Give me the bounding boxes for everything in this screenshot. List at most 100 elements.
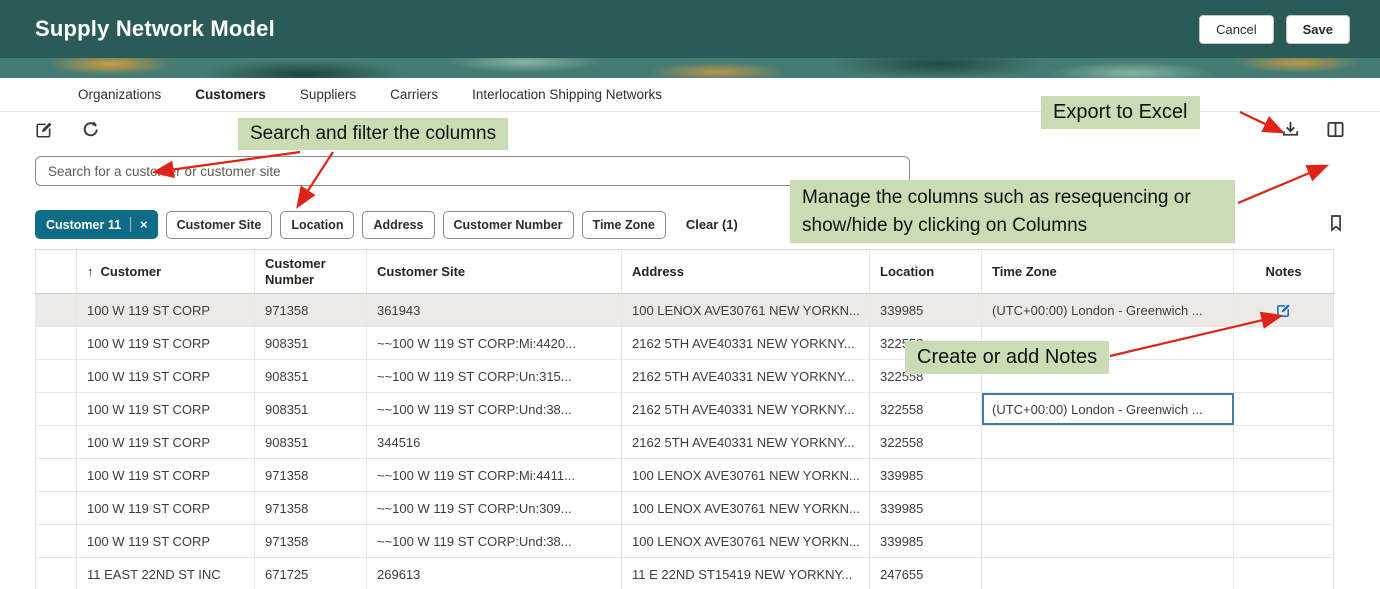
cell-notes[interactable] — [1234, 360, 1334, 392]
table-row[interactable]: 100 W 119 ST CORP908351~~100 W 119 ST CO… — [35, 393, 1334, 426]
cell-time-zone[interactable] — [982, 525, 1234, 557]
cell-customer-site[interactable]: 361943 — [367, 294, 622, 326]
cell-customer-site[interactable]: ~~100 W 119 ST CORP:Mi:4411... — [367, 459, 622, 491]
cell-address[interactable]: 2162 5TH AVE40331 NEW YORKNY... — [622, 393, 870, 425]
table-row[interactable]: 100 W 119 ST CORP908351~~100 W 119 ST CO… — [35, 327, 1334, 360]
tab-carriers[interactable]: Carriers — [390, 87, 438, 102]
cell-location[interactable]: 339985 — [870, 459, 982, 491]
table-row[interactable]: 100 W 119 ST CORP971358361943100 LENOX A… — [35, 294, 1334, 327]
cell-customer[interactable]: 11 EAST 22ND ST INC — [77, 558, 255, 589]
cell-customer-number[interactable]: 971358 — [255, 525, 367, 557]
cell-customer-number[interactable]: 908351 — [255, 360, 367, 392]
tab-customers[interactable]: Customers — [195, 87, 266, 102]
tab-interlocation-shipping-networks[interactable]: Interlocation Shipping Networks — [472, 87, 662, 102]
tab-organizations[interactable]: Organizations — [78, 87, 161, 102]
cell-location[interactable]: 339985 — [870, 525, 982, 557]
cell-notes[interactable] — [1234, 294, 1334, 326]
cell-customer[interactable]: 100 W 119 ST CORP — [77, 360, 255, 392]
cell-customer[interactable]: 100 W 119 ST CORP — [77, 327, 255, 359]
cell-customer[interactable]: 100 W 119 ST CORP — [77, 294, 255, 326]
cell-notes[interactable] — [1234, 525, 1334, 557]
cell-customer[interactable]: 100 W 119 ST CORP — [77, 459, 255, 491]
remove-filter-icon[interactable]: × — [130, 217, 157, 232]
cell-customer-number[interactable]: 908351 — [255, 393, 367, 425]
cell-location[interactable]: 247655 — [870, 558, 982, 589]
cell-customer-site[interactable]: ~~100 W 119 ST CORP:Un:315... — [367, 360, 622, 392]
column-header-address[interactable]: Address — [622, 250, 870, 293]
cell-address[interactable]: 100 LENOX AVE30761 NEW YORKN... — [622, 459, 870, 491]
cell-location[interactable]: 322558 — [870, 426, 982, 458]
cell-time-zone[interactable] — [982, 426, 1234, 458]
cell-customer-site[interactable]: ~~100 W 119 ST CORP:Und:38... — [367, 525, 622, 557]
column-header-notes[interactable]: Notes — [1234, 250, 1334, 293]
cell-address[interactable]: 2162 5TH AVE40331 NEW YORKNY... — [622, 327, 870, 359]
filter-chip-location[interactable]: Location — [280, 211, 354, 239]
cell-address[interactable]: 11 E 22ND ST15419 NEW YORKNY... — [622, 558, 870, 589]
manage-columns-button[interactable] — [1326, 120, 1345, 142]
table-row[interactable]: 11 EAST 22ND ST INC67172526961311 E 22ND… — [35, 558, 1334, 589]
table-row[interactable]: 100 W 119 ST CORP971358~~100 W 119 ST CO… — [35, 459, 1334, 492]
cell-customer-site[interactable]: ~~100 W 119 ST CORP:Und:38... — [367, 393, 622, 425]
cell-customer[interactable]: 100 W 119 ST CORP — [77, 426, 255, 458]
cell-customer-number[interactable]: 971358 — [255, 492, 367, 524]
filter-chip-address[interactable]: Address — [362, 211, 434, 239]
cell-address[interactable]: 100 LENOX AVE30761 NEW YORKN... — [622, 294, 870, 326]
cell-time-zone[interactable]: (UTC+00:00) London - Greenwich ... — [982, 294, 1234, 326]
cell-address[interactable]: 2162 5TH AVE40331 NEW YORKNY... — [622, 426, 870, 458]
cell-customer-site[interactable]: 269613 — [367, 558, 622, 589]
table-row[interactable]: 100 W 119 ST CORP971358~~100 W 119 ST CO… — [35, 525, 1334, 558]
tab-suppliers[interactable]: Suppliers — [300, 87, 356, 102]
cell-address[interactable]: 2162 5TH AVE40331 NEW YORKNY... — [622, 360, 870, 392]
cell-customer-site[interactable]: ~~100 W 119 ST CORP:Mi:4420... — [367, 327, 622, 359]
cell-customer-number[interactable]: 971358 — [255, 294, 367, 326]
cell-notes[interactable] — [1234, 459, 1334, 491]
cell-address[interactable]: 100 LENOX AVE30761 NEW YORKN... — [622, 492, 870, 524]
column-header-time-zone[interactable]: Time Zone — [982, 250, 1234, 293]
clear-filters-link[interactable]: Clear (1) — [686, 217, 738, 232]
save-search-button[interactable] — [1327, 214, 1345, 235]
cell-time-zone[interactable] — [982, 492, 1234, 524]
cell-location[interactable]: 339985 — [870, 492, 982, 524]
cell-time-zone[interactable]: (UTC+00:00) London - Greenwich ... — [982, 393, 1234, 425]
note-icon[interactable] — [1276, 303, 1291, 318]
callout-export-excel: Export to Excel — [1041, 96, 1200, 129]
cell-customer-number[interactable]: 908351 — [255, 327, 367, 359]
cell-customer-number[interactable]: 971358 — [255, 459, 367, 491]
cell-address[interactable]: 100 LENOX AVE30761 NEW YORKN... — [622, 525, 870, 557]
table-row[interactable]: 100 W 119 ST CORP971358~~100 W 119 ST CO… — [35, 492, 1334, 525]
save-button[interactable]: Save — [1286, 15, 1350, 44]
filter-chip-time-zone[interactable]: Time Zone — [582, 211, 666, 239]
cancel-button[interactable]: Cancel — [1199, 15, 1273, 44]
refresh-button[interactable] — [81, 120, 100, 142]
cell-customer[interactable]: 100 W 119 ST CORP — [77, 525, 255, 557]
filter-chip-customer-number[interactable]: Customer Number — [443, 211, 574, 239]
column-header-customer-site[interactable]: Customer Site — [367, 250, 622, 293]
cell-notes[interactable] — [1234, 327, 1334, 359]
search-input[interactable] — [35, 156, 910, 186]
cell-notes[interactable] — [1234, 393, 1334, 425]
table-row[interactable]: 100 W 119 ST CORP908351~~100 W 119 ST CO… — [35, 360, 1334, 393]
table-row[interactable]: 100 W 119 ST CORP9083513445162162 5TH AV… — [35, 426, 1334, 459]
cell-location[interactable]: 339985 — [870, 294, 982, 326]
column-header-customer-number[interactable]: Customer Number — [255, 250, 367, 293]
cell-notes[interactable] — [1234, 426, 1334, 458]
cell-time-zone[interactable] — [982, 558, 1234, 589]
cell-notes[interactable] — [1234, 492, 1334, 524]
cell-customer-site[interactable]: 344516 — [367, 426, 622, 458]
cell-time-zone[interactable] — [982, 459, 1234, 491]
cell-customer[interactable]: 100 W 119 ST CORP — [77, 492, 255, 524]
cell-customer[interactable]: 100 W 119 ST CORP — [77, 393, 255, 425]
column-header-location[interactable]: Location — [870, 250, 982, 293]
cell-customer-number[interactable]: 671725 — [255, 558, 367, 589]
filter-chip-customer-site[interactable]: Customer Site — [166, 211, 273, 239]
cell-customer-site[interactable]: ~~100 W 119 ST CORP:Un:309... — [367, 492, 622, 524]
toolbar-right — [1281, 120, 1345, 142]
active-filter-chip[interactable]: Customer 11 × — [35, 210, 158, 239]
refresh-icon — [81, 120, 100, 142]
cell-notes[interactable] — [1234, 558, 1334, 589]
cell-customer-number[interactable]: 908351 — [255, 426, 367, 458]
create-note-button[interactable] — [35, 121, 53, 142]
column-header-customer[interactable]: ↑ Customer — [77, 250, 255, 293]
cell-location[interactable]: 322558 — [870, 393, 982, 425]
export-to-excel-button[interactable] — [1281, 120, 1300, 142]
